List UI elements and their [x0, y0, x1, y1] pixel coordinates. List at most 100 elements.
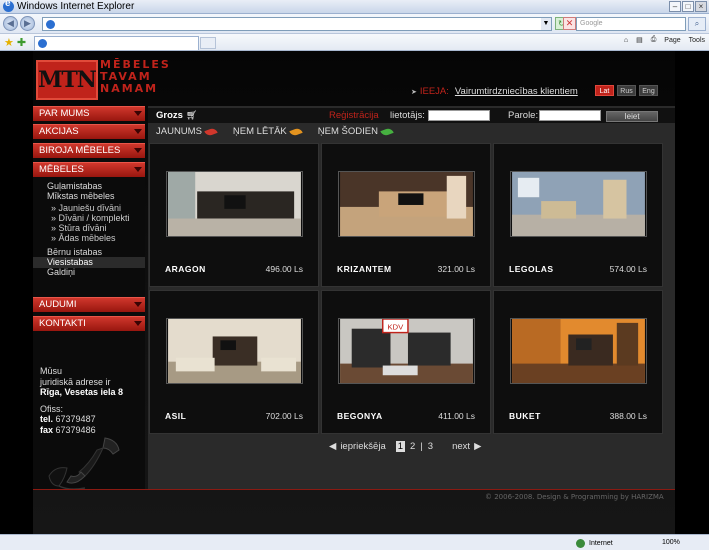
submenu-viesistabas[interactable]: Viesistabas — [47, 257, 93, 267]
filter-nem-sodien[interactable]: ŅEM ŠODIEN — [317, 126, 394, 137]
submenu-bernu-istabas[interactable]: Bērnu istabas — [47, 247, 102, 257]
login-label: IEEJA: — [419, 86, 449, 97]
tools-menu[interactable]: Tools — [689, 37, 705, 44]
fax-number: 67379486 — [55, 424, 96, 435]
footer-divider — [33, 489, 675, 490]
back-button[interactable]: ◀ — [3, 16, 18, 31]
product-card[interactable]: KDV BEGONYA 411.00 Ls — [321, 290, 491, 434]
menu-label: AUDUMI — [39, 299, 77, 310]
menu-label: AKCIJAS — [39, 126, 79, 137]
product-card[interactable]: KRIZANTEM 321.00 Ls — [321, 143, 491, 287]
print-icon[interactable]: ⎙ — [651, 36, 657, 44]
lang-lat[interactable]: Lat — [595, 85, 614, 96]
copyright: © 2006-2008. Design & Programming by HAR… — [485, 493, 664, 501]
browser-tab[interactable] — [34, 36, 199, 50]
address-line: juridiskā adrese ir — [40, 376, 111, 387]
page-viewport: MTN MĒBELES TAVAM NAMAM ➤ IEEJA: Vairumt… — [0, 51, 709, 534]
feeds-icon[interactable]: ▤ — [636, 36, 643, 44]
page-link-1[interactable]: 1 — [395, 441, 406, 452]
product-name: BEGONYA — [337, 411, 383, 421]
page-link-2[interactable]: 2 — [409, 441, 416, 452]
minimize-button[interactable]: – — [669, 1, 681, 12]
product-price: 574.00 Ls — [609, 264, 647, 274]
chevron-down-icon — [134, 148, 142, 153]
close-button[interactable]: × — [695, 1, 707, 12]
product-image[interactable] — [510, 318, 647, 384]
next-page-link[interactable]: next — [452, 441, 470, 452]
menu-audumi[interactable]: AUDUMI — [33, 297, 145, 312]
stop-button[interactable]: ✕ — [563, 17, 576, 30]
subsub-jauniesu-divani[interactable]: » Jauniešu dīvāni — [51, 203, 121, 213]
search-button[interactable]: ⌕ — [688, 17, 706, 31]
filter-jaunums[interactable]: JAUNUMS — [156, 126, 218, 137]
username-input[interactable] — [428, 110, 490, 121]
add-favorites-icon[interactable]: ✚ — [17, 36, 26, 49]
leaf-icon — [204, 126, 218, 137]
lang-eng[interactable]: Eng — [639, 85, 658, 96]
page-link-3[interactable]: 3 — [427, 441, 434, 452]
command-bar: ★ ✚ ⌂ ▤ ⎙ Page Tools — [0, 34, 709, 51]
menu-par-mums[interactable]: PAR MUMS — [33, 106, 145, 121]
forward-button[interactable]: ▶ — [20, 16, 35, 31]
telephone-icon — [48, 437, 120, 490]
maximize-button[interactable]: □ — [682, 1, 694, 12]
filter-nem-letak[interactable]: ŅEM LĒTĀK — [233, 126, 303, 137]
chevron-down-icon — [134, 302, 142, 307]
register-link[interactable]: Reģistrācija — [329, 110, 379, 121]
login-button[interactable]: Ieiet — [606, 111, 658, 122]
product-card[interactable]: ARAGON 496.00 Ls — [149, 143, 319, 287]
address-dropdown-button[interactable]: ▼ — [541, 18, 551, 30]
subsub-adas-mebeles[interactable]: » Ādas mēbeles — [51, 233, 116, 243]
menu-label: PAR MUMS — [39, 108, 90, 119]
product-card[interactable]: BUKET 388.00 Ls — [493, 290, 663, 434]
home-icon[interactable]: ⌂ — [624, 37, 628, 44]
subsub-stura-divani[interactable]: » Stūra dīvāni — [51, 223, 107, 233]
address-input[interactable]: ▼ — [42, 17, 552, 31]
globe-icon — [576, 539, 585, 548]
cart-link[interactable]: Grozs — [156, 110, 183, 121]
submenu-gulamistabas[interactable]: Guļamistabas — [47, 181, 102, 191]
site-logo[interactable]: MTN — [36, 60, 98, 100]
menu-biroja-mebeles[interactable]: BIROJA MĒBELES — [33, 143, 145, 158]
search-input[interactable]: Google — [576, 17, 686, 31]
product-card[interactable]: LEGOLAS 574.00 Ls — [493, 143, 663, 287]
submenu-mikstas-mebeles[interactable]: Mīkstas mēbeles — [47, 191, 115, 201]
product-image[interactable] — [510, 171, 647, 237]
zoom-level[interactable]: 100% — [662, 539, 680, 546]
prev-page-link[interactable]: iepriekšēja — [340, 441, 385, 452]
menu-kontakti[interactable]: KONTAKTI — [33, 316, 145, 331]
product-name: ARAGON — [165, 264, 206, 274]
status-bar: Internet 100% — [0, 534, 709, 550]
security-zone: Internet — [576, 539, 613, 548]
product-image[interactable] — [166, 171, 303, 237]
address-line: Mūsu — [40, 366, 63, 376]
product-card[interactable]: ASIL 702.00 Ls — [149, 290, 319, 434]
favorites-star-icon[interactable]: ★ — [4, 36, 14, 49]
password-input[interactable] — [539, 110, 601, 121]
product-image[interactable] — [166, 318, 303, 384]
new-tab-button[interactable] — [200, 37, 216, 49]
chevron-down-icon — [134, 167, 142, 172]
chevron-down-icon — [134, 321, 142, 326]
login-area: ➤ IEEJA: Vairumtirdzniecības klientiem — [411, 86, 578, 97]
page-menu[interactable]: Page — [664, 37, 680, 44]
product-image[interactable]: KDV — [338, 318, 475, 384]
office-label: Ofiss: — [40, 403, 64, 414]
window-titlebar: Windows Internet Explorer – □ × — [0, 0, 709, 14]
subsub-divani-komplekti[interactable]: » Dīvāni / komplekti — [51, 213, 130, 223]
address-street: Rīga, Vesetas iela 8 — [40, 387, 124, 397]
filter-label: ŅEM ŠODIEN — [317, 126, 378, 137]
next-arrow-icon[interactable]: ▶ — [474, 441, 481, 452]
product-image[interactable] — [338, 171, 475, 237]
lang-rus[interactable]: Rus — [617, 85, 636, 96]
logo-text: MTN — [38, 67, 97, 93]
menu-akcijas[interactable]: AKCIJAS — [33, 124, 145, 139]
submenu-galdini[interactable]: Galdiņi — [47, 267, 75, 277]
menu-label: KONTAKTI — [39, 318, 86, 329]
menu-mebeles[interactable]: MĒBELES — [33, 162, 145, 177]
wholesale-link[interactable]: Vairumtirdzniecības klientiem — [455, 86, 578, 97]
tel-label: tel. — [40, 414, 54, 424]
cart-icon[interactable]: 🛒︎ — [186, 110, 197, 121]
company-address: Mūsu juridiskā adrese ir Rīga, Vesetas i… — [40, 366, 123, 435]
prev-arrow-icon[interactable]: ◀ — [329, 441, 336, 452]
